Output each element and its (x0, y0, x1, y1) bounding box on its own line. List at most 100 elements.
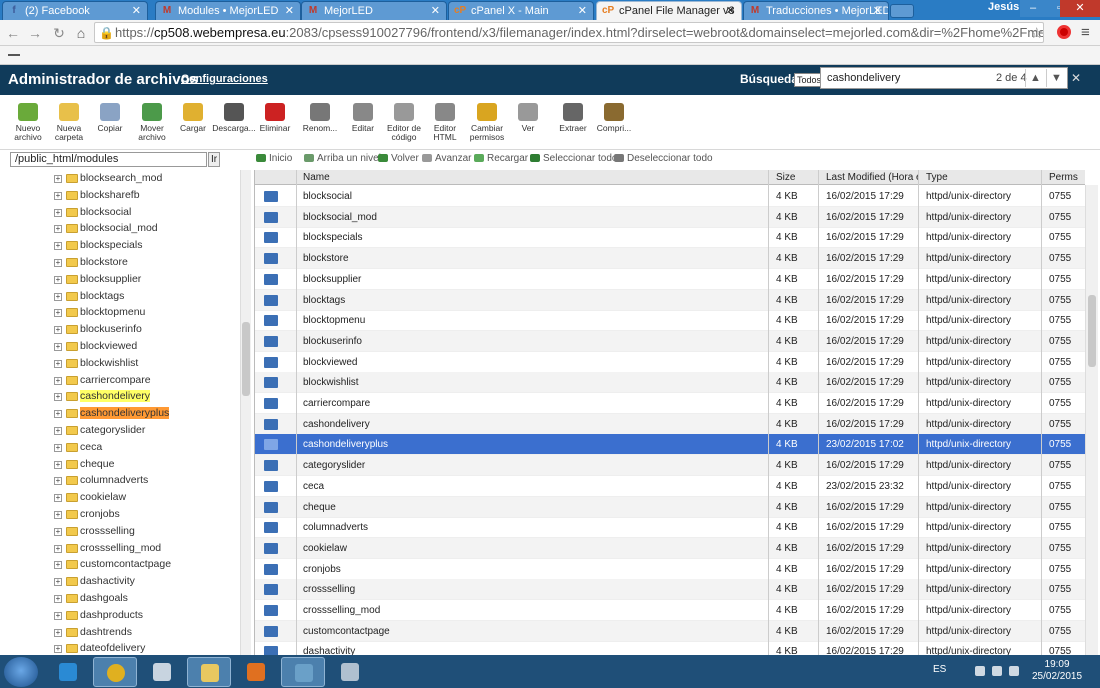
toolbar-copy-button[interactable]: Copiar (88, 103, 132, 133)
toolbar-code-editor-button[interactable]: Editor de código (382, 103, 426, 142)
table-row[interactable]: ceca 4 KB 23/02/2015 23:32 httpd/unix-direc… (255, 476, 1085, 497)
table-row[interactable]: blocksocial_mod 4 KB 16/02/2015 17:29 httpd… (255, 206, 1085, 228)
forward-button[interactable]: → (26, 24, 44, 42)
table-row[interactable]: cronjobs 4 KB 16/02/2015 17:29 httpd/unix-d… (255, 559, 1085, 580)
table-row[interactable]: cookielaw 4 KB 16/02/2015 17:29 httpd/unix-… (255, 537, 1085, 559)
column-header[interactable]: Size (776, 172, 795, 183)
expand-icon[interactable]: + (54, 292, 62, 301)
taskbar-media-player-button[interactable] (234, 657, 278, 687)
toolbar-view-button[interactable]: Ver (506, 103, 550, 133)
tab-close-icon[interactable]: ✕ (132, 4, 141, 17)
toolbar-html-editor-button[interactable]: Editor HTML (423, 103, 467, 142)
find-input[interactable]: cashondelivery (827, 72, 900, 84)
column-header[interactable]: Type (926, 172, 948, 183)
taskbar-file-explorer-button[interactable] (187, 657, 231, 687)
column-header[interactable]: Name (303, 172, 330, 183)
table-row[interactable]: carriercompare 4 KB 16/02/2015 17:29 httpd/… (255, 393, 1085, 414)
taskbar-chrome-button[interactable] (93, 657, 137, 687)
expand-icon[interactable]: + (54, 628, 62, 637)
expand-icon[interactable]: + (54, 494, 62, 503)
expand-icon[interactable]: + (54, 208, 62, 217)
browser-tab[interactable]: cP cPanel File Manager v3 ✕ (596, 1, 742, 20)
tree-scrollbar-thumb[interactable] (242, 322, 250, 396)
toolbar-compress-button[interactable]: Compri... (592, 103, 636, 133)
back-button[interactable]: ← (4, 24, 22, 42)
toolbar-delete-button[interactable]: Eliminar (253, 103, 297, 133)
expand-icon[interactable]: + (54, 376, 62, 385)
table-row[interactable]: categoryslider 4 KB 16/02/2015 17:29 httpd/… (255, 455, 1085, 477)
profile-name[interactable]: Jesús (988, 1, 1019, 13)
action-volver[interactable]: Volver (378, 153, 419, 164)
tray-network-icon[interactable] (992, 666, 1002, 676)
taskbar-apps-grid-button[interactable] (140, 657, 184, 687)
table-row[interactable]: columnadverts 4 KB 16/02/2015 17:29 httpd/u… (255, 517, 1085, 539)
url-input[interactable]: 🔒 https://cp508.webempresa.eu:2083/cpses… (94, 22, 1044, 43)
expand-icon[interactable]: + (54, 393, 62, 402)
browser-tab[interactable]: f (2) Facebook ✕ (2, 1, 148, 20)
table-row[interactable]: blockwishlist 4 KB 16/02/2015 17:29 httpd/u… (255, 372, 1085, 394)
table-row[interactable]: blockviewed 4 KB 16/02/2015 17:29 httpd/uni… (255, 352, 1085, 373)
expand-icon[interactable]: + (54, 527, 62, 536)
extension-icon[interactable] (1057, 25, 1071, 39)
expand-icon[interactable]: + (54, 275, 62, 284)
expand-icon[interactable]: + (54, 259, 62, 267)
expand-icon[interactable]: + (54, 443, 62, 452)
expand-icon[interactable]: + (54, 561, 62, 570)
table-row[interactable]: cashondeliveryplus 4 KB 23/02/2015 17:02 ht… (255, 434, 1085, 456)
expand-icon[interactable]: + (54, 427, 62, 435)
action-inicio[interactable]: Inicio (256, 153, 292, 164)
toolbar-new-file-button[interactable]: Nuevo archivo (6, 103, 50, 142)
column-header[interactable]: Perms (1049, 172, 1078, 183)
table-row[interactable]: blocksocial 4 KB 16/02/2015 17:29 httpd/uni… (255, 186, 1085, 207)
expand-icon[interactable]: + (54, 309, 62, 318)
tray-flag-icon[interactable] (975, 666, 985, 676)
expand-icon[interactable]: + (54, 242, 62, 251)
toolbar-rename-button[interactable]: Renom... (298, 103, 342, 133)
close-window-button[interactable]: ✕ (1060, 0, 1100, 17)
table-row[interactable]: blockuserinfo 4 KB 16/02/2015 17:29 httpd/u… (255, 330, 1085, 352)
toolbar-upload-button[interactable]: Cargar (171, 103, 215, 133)
expand-icon[interactable]: + (54, 225, 62, 234)
reload-button[interactable]: ↻ (50, 24, 68, 42)
column-header[interactable]: Last Modified (Hora está (826, 172, 918, 183)
tab-close-icon[interactable]: ✕ (431, 4, 440, 17)
taskbar-tools-button[interactable] (328, 657, 372, 687)
input-language[interactable]: ES (933, 664, 946, 675)
file-list-scrollbar[interactable] (1085, 185, 1098, 655)
start-button[interactable] (4, 657, 38, 687)
table-row[interactable]: cheque 4 KB 16/02/2015 17:29 httpd/unix-dir… (255, 496, 1085, 518)
browser-tab[interactable]: M MejorLED ✕ (301, 1, 447, 20)
browser-tab[interactable]: cP cPanel X - Main ✕ (448, 1, 594, 20)
table-row[interactable]: blocksupplier 4 KB 16/02/2015 17:29 httpd/u… (255, 269, 1085, 290)
taskbar-clock[interactable]: 19:09 25/02/2015 (1032, 659, 1082, 683)
tray-volume-icon[interactable] (1009, 666, 1019, 676)
toolbar-edit-button[interactable]: Editar (341, 103, 385, 133)
action-recargar[interactable]: Recargar (474, 153, 528, 164)
expand-icon[interactable]: + (54, 191, 62, 200)
toolbar-new-folder-button[interactable]: Nueva carpeta (47, 103, 91, 142)
action-seleccionar-todo[interactable]: Seleccionar todo (530, 153, 618, 164)
expand-icon[interactable]: + (54, 460, 62, 469)
tab-close-icon[interactable]: ✕ (873, 4, 882, 17)
bookmark-star-icon[interactable]: ☆ (1030, 24, 1043, 42)
go-button[interactable]: Ir (208, 152, 220, 167)
find-next-button[interactable]: ▼ (1046, 69, 1066, 87)
table-row[interactable]: cashondelivery 4 KB 16/02/2015 17:29 httpd/… (255, 413, 1085, 435)
table-row[interactable]: dashactivity 4 KB 16/02/2015 17:29 httpd/un… (255, 641, 1085, 655)
browser-tab[interactable]: M Traducciones • MejorLED ✕ (743, 1, 889, 20)
expand-icon[interactable]: + (54, 359, 62, 368)
new-tab-button[interactable] (890, 4, 914, 18)
table-row[interactable]: blockstore 4 KB 16/02/2015 17:29 httpd/unix… (255, 248, 1085, 270)
table-row[interactable]: customcontactpage 4 KB 16/02/2015 17:29 htt… (255, 620, 1085, 642)
table-row[interactable]: blocktags 4 KB 16/02/2015 17:29 httpd/unix-… (255, 289, 1085, 311)
taskbar-network-button[interactable] (281, 657, 325, 687)
home-icon[interactable]: ⌂ (72, 24, 90, 42)
toolbar-download-button[interactable]: Descarga... (212, 103, 256, 133)
expand-icon[interactable]: + (54, 645, 62, 654)
tab-close-icon[interactable]: ✕ (726, 4, 735, 17)
toolbar-move-file-button[interactable]: Mover archivo (130, 103, 174, 142)
expand-icon[interactable]: + (54, 477, 62, 486)
find-previous-button[interactable]: ▲ (1025, 69, 1045, 87)
browser-menu-icon[interactable]: ≡ (1081, 24, 1090, 41)
find-close-icon[interactable]: ✕ (1071, 71, 1081, 85)
